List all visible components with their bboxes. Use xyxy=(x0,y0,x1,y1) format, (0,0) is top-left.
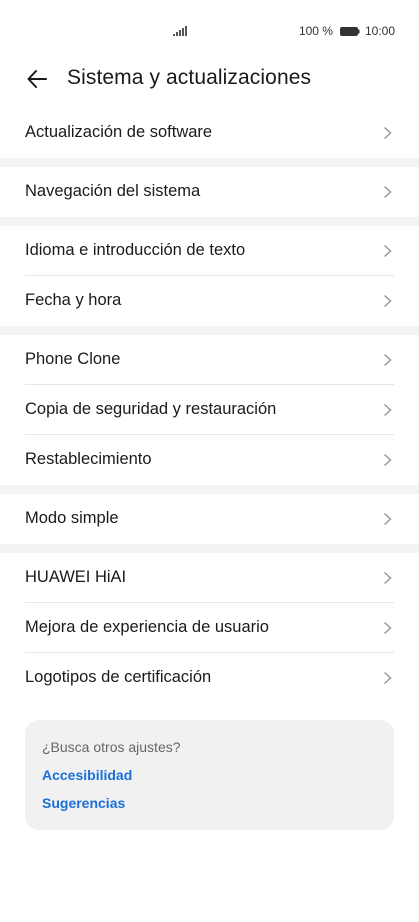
group-separator xyxy=(0,158,419,167)
settings-item-label: Navegación del sistema xyxy=(25,182,201,200)
settings-item-label: Copia de seguridad y restauración xyxy=(25,400,277,418)
settings-group: HUAWEI HiAI Mejora de experiencia de usu… xyxy=(0,553,419,703)
settings-group: Idioma e introducción de texto Fecha y h… xyxy=(0,226,419,326)
status-right: 100 % 10:00 xyxy=(299,24,395,38)
chevron-right-icon xyxy=(383,353,392,367)
settings-item-backup-restore[interactable]: Copia de seguridad y restauración xyxy=(0,385,419,435)
settings-item-label: Phone Clone xyxy=(25,350,121,368)
group-separator xyxy=(0,485,419,494)
status-bar: 100 % 10:00 xyxy=(0,0,419,62)
chevron-right-icon xyxy=(383,621,392,635)
battery-icon xyxy=(339,26,360,36)
chevron-right-icon xyxy=(383,185,392,199)
chevron-right-icon xyxy=(383,403,392,417)
settings-item-simple-mode[interactable]: Modo simple xyxy=(0,494,419,544)
settings-item-label: Idioma e introducción de texto xyxy=(25,241,246,259)
settings-item-label: Actualización de software xyxy=(25,123,213,141)
chevron-right-icon xyxy=(383,671,392,685)
settings-item-language-input[interactable]: Idioma e introducción de texto xyxy=(0,226,419,276)
settings-item-label: Restablecimiento xyxy=(25,450,152,468)
settings-item-reset[interactable]: Restablecimiento xyxy=(0,435,419,485)
settings-group: Phone Clone Copia de seguridad y restaur… xyxy=(0,335,419,485)
settings-item-label: Mejora de experiencia de usuario xyxy=(25,618,269,636)
settings-item-user-experience[interactable]: Mejora de experiencia de usuario xyxy=(0,603,419,653)
settings-item-certification-logos[interactable]: Logotipos de certificación xyxy=(0,653,419,703)
settings-item-software-update[interactable]: Actualización de software xyxy=(0,108,419,158)
settings-item-system-navigation[interactable]: Navegación del sistema xyxy=(0,167,419,217)
battery-percent: 100 % xyxy=(298,24,333,38)
settings-item-label: Fecha y hora xyxy=(25,291,122,309)
settings-item-huawei-hiai[interactable]: HUAWEI HiAI xyxy=(0,553,419,603)
chevron-right-icon xyxy=(383,244,392,258)
suggestions-question: ¿Busca otros ajustes? xyxy=(42,739,181,755)
chevron-right-icon xyxy=(383,512,392,526)
chevron-right-icon xyxy=(383,571,392,585)
settings-item-label: Modo simple xyxy=(25,509,119,527)
settings-item-date-time[interactable]: Fecha y hora xyxy=(0,276,419,326)
settings-group: Actualización de software xyxy=(0,108,419,158)
chevron-right-icon xyxy=(383,294,392,308)
group-separator xyxy=(0,217,419,226)
settings-item-label: Logotipos de certificación xyxy=(25,668,212,686)
settings-item-label: HUAWEI HiAI xyxy=(25,568,127,586)
clock: 10:00 xyxy=(364,24,395,38)
back-arrow-icon[interactable] xyxy=(26,68,48,90)
settings-item-phone-clone[interactable]: Phone Clone xyxy=(0,335,419,385)
signal-icon xyxy=(173,26,187,36)
page-title: Sistema y actualizaciones xyxy=(67,66,312,89)
chevron-right-icon xyxy=(383,126,392,140)
chevron-right-icon xyxy=(383,453,392,467)
suggestions-card: ¿Busca otros ajustes? Accesibilidad Suge… xyxy=(25,720,394,830)
accessibility-link[interactable]: Accesibilidad xyxy=(42,767,132,783)
settings-group: Modo simple xyxy=(0,494,419,544)
settings-group: Navegación del sistema xyxy=(0,167,419,217)
group-separator xyxy=(0,326,419,335)
header: Sistema y actualizaciones xyxy=(0,62,419,98)
suggestions-link[interactable]: Sugerencias xyxy=(42,795,125,811)
group-separator xyxy=(0,544,419,553)
